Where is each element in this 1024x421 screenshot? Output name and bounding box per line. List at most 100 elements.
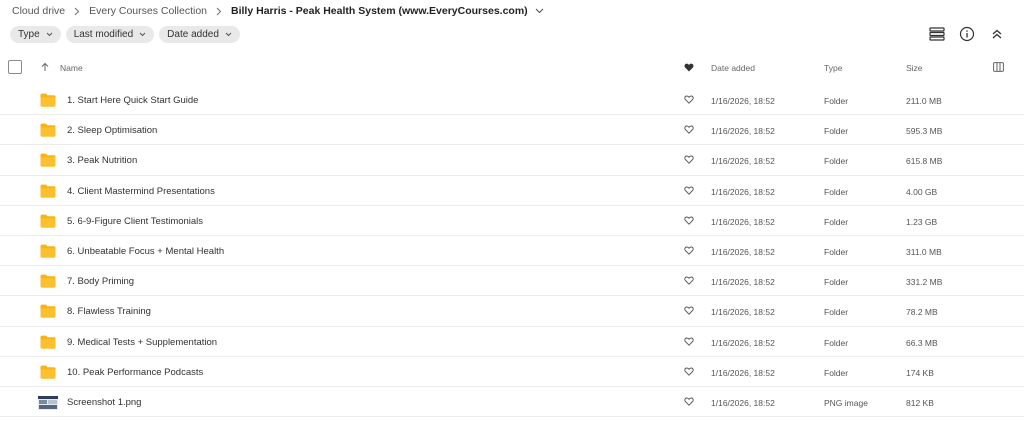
row-size: 615.8 MB: [906, 156, 943, 167]
column-settings-icon[interactable]: [993, 62, 1004, 74]
row-date-added: 1/16/2026, 18:52: [711, 397, 775, 408]
filter-date-added-chip[interactable]: Date added: [159, 26, 240, 43]
table-row[interactable]: 4. Client Mastermind Presentations 1/16/2…: [0, 176, 1024, 206]
folder-icon: [40, 214, 56, 228]
folder-icon: [40, 365, 56, 379]
heart-icon[interactable]: [684, 246, 694, 256]
table-row[interactable]: 8. Flawless Training 1/16/2026, 18:52 Fold…: [0, 296, 1024, 327]
view-toolbar: [927, 24, 1007, 44]
row-date-added: 1/16/2026, 18:52: [711, 216, 775, 227]
heart-icon[interactable]: [684, 337, 694, 347]
row-name[interactable]: Screenshot 1.png: [67, 397, 141, 408]
row-name[interactable]: 10. Peak Performance Podcasts: [67, 367, 203, 378]
row-date-added: 1/16/2026, 18:52: [711, 337, 775, 348]
info-icon[interactable]: [957, 24, 977, 44]
folder-icon: [40, 274, 56, 288]
filter-type-chip[interactable]: Type: [10, 26, 61, 43]
row-date-added: 1/16/2026, 18:52: [711, 367, 775, 378]
row-size: 78.2 MB: [906, 307, 938, 318]
sort-arrow-up-icon[interactable]: [41, 62, 49, 74]
chevron-down-icon: [225, 32, 232, 37]
chevron-down-icon: [46, 32, 53, 37]
table-row[interactable]: 7. Body Priming 1/16/2026, 18:52 Folder 331…: [0, 266, 1024, 297]
row-type: Folder: [824, 126, 849, 137]
table-row[interactable]: 9. Medical Tests + Supplementation 1/16/2…: [0, 327, 1024, 357]
image-thumbnail-icon: [38, 395, 58, 410]
heart-icon[interactable]: [684, 216, 694, 226]
row-date-added: 1/16/2026, 18:52: [711, 277, 775, 288]
table-row[interactable]: 10. Peak Performance Podcasts 1/16/2026, …: [0, 357, 1024, 387]
filter-last-modified-label: Last modified: [73, 29, 134, 40]
heart-icon[interactable]: [684, 306, 694, 316]
breadcrumb-cloud-drive[interactable]: Cloud drive: [12, 5, 65, 17]
table-row[interactable]: 3. Peak Nutrition 1/16/2026, 18:52 Folder 6…: [0, 145, 1024, 176]
folder-icon: [40, 244, 56, 258]
row-size: 4.00 GB: [906, 186, 938, 197]
row-name[interactable]: 4. Client Mastermind Presentations: [67, 186, 215, 197]
filter-last-modified-chip[interactable]: Last modified: [65, 26, 155, 43]
column-header-name[interactable]: Name: [60, 63, 83, 73]
filter-date-added-label: Date added: [167, 29, 219, 40]
table-header: Name Date added Type Size: [0, 57, 1024, 79]
row-size: 812 KB: [906, 397, 934, 408]
heart-icon[interactable]: [684, 155, 694, 165]
table-row[interactable]: 6. Unbeatable Focus + Mental Health 1/16/…: [0, 236, 1024, 267]
breadcrumb-collection[interactable]: Every Courses Collection: [89, 5, 207, 17]
row-type: Folder: [824, 216, 849, 227]
row-type: Folder: [824, 246, 849, 257]
folder-icon: [40, 335, 56, 349]
chevron-down-icon[interactable]: [535, 8, 544, 14]
table-row[interactable]: 5. 6-9-Figure Client Testimonials 1/16/20…: [0, 206, 1024, 236]
favourite-column-heart-icon[interactable]: [684, 63, 694, 74]
breadcrumb: Cloud drive Every Courses Collection Bil…: [12, 3, 544, 19]
heart-icon[interactable]: [684, 397, 694, 407]
folder-icon: [40, 304, 56, 318]
row-size: 211.0 MB: [906, 96, 942, 106]
heart-icon[interactable]: [684, 276, 694, 286]
heart-icon[interactable]: [684, 95, 694, 105]
breadcrumb-current-folder[interactable]: Billy Harris - Peak Health System (www.E…: [231, 5, 528, 17]
row-name[interactable]: 6. Unbeatable Focus + Mental Health: [67, 246, 224, 257]
heart-icon[interactable]: [684, 367, 694, 377]
collapse-up-icon[interactable]: [987, 24, 1007, 44]
row-type: Folder: [824, 156, 849, 167]
row-type: Folder: [824, 307, 849, 318]
heart-icon[interactable]: [684, 125, 694, 135]
row-type: Folder: [824, 96, 849, 106]
row-date-added: 1/16/2026, 18:52: [711, 126, 775, 137]
row-date-added: 1/16/2026, 18:52: [711, 186, 775, 197]
folder-icon: [40, 184, 56, 198]
row-name[interactable]: 2. Sleep Optimisation: [67, 125, 157, 136]
row-size: 1.23 GB: [906, 216, 938, 227]
folder-icon: [40, 123, 56, 137]
table-row[interactable]: Screenshot 1.png 1/16/2026, 18:52 PNG imag…: [0, 387, 1024, 418]
filter-bar: Type Last modified Date added: [10, 26, 240, 43]
list-view-icon[interactable]: [927, 24, 947, 44]
row-size: 595.3 MB: [906, 126, 943, 137]
chevron-right-icon: [216, 7, 222, 16]
heart-icon[interactable]: [684, 186, 694, 196]
folder-icon: [40, 93, 56, 107]
table-row[interactable]: 2. Sleep Optimisation 1/16/2026, 18:52 Fol…: [0, 115, 1024, 146]
row-type: Folder: [824, 186, 849, 197]
row-date-added: 1/16/2026, 18:52: [711, 96, 775, 106]
chevron-right-icon: [74, 7, 80, 16]
row-name[interactable]: 8. Flawless Training: [67, 306, 151, 317]
row-name[interactable]: 1. Start Here Quick Start Guide: [67, 95, 198, 106]
row-type: Folder: [824, 337, 849, 348]
row-name[interactable]: 3. Peak Nutrition: [67, 155, 137, 166]
row-size: 331.2 MB: [906, 277, 943, 288]
row-size: 311.0 MB: [906, 246, 942, 257]
table-row[interactable]: 1. Start Here Quick Start Guide 1/16/2026…: [0, 85, 1024, 116]
row-size: 174 KB: [906, 367, 934, 378]
folder-icon: [40, 153, 56, 167]
row-name[interactable]: 9. Medical Tests + Supplementation: [67, 337, 217, 348]
column-header-date-added[interactable]: Date added: [711, 63, 755, 73]
filter-type-label: Type: [18, 29, 40, 40]
column-header-type[interactable]: Type: [824, 63, 842, 73]
row-name[interactable]: 5. 6-9-Figure Client Testimonials: [67, 216, 203, 227]
column-header-size[interactable]: Size: [906, 63, 923, 73]
row-name[interactable]: 7. Body Priming: [67, 276, 134, 287]
select-all-checkbox[interactable]: [8, 60, 22, 74]
row-size: 66.3 MB: [906, 337, 938, 348]
